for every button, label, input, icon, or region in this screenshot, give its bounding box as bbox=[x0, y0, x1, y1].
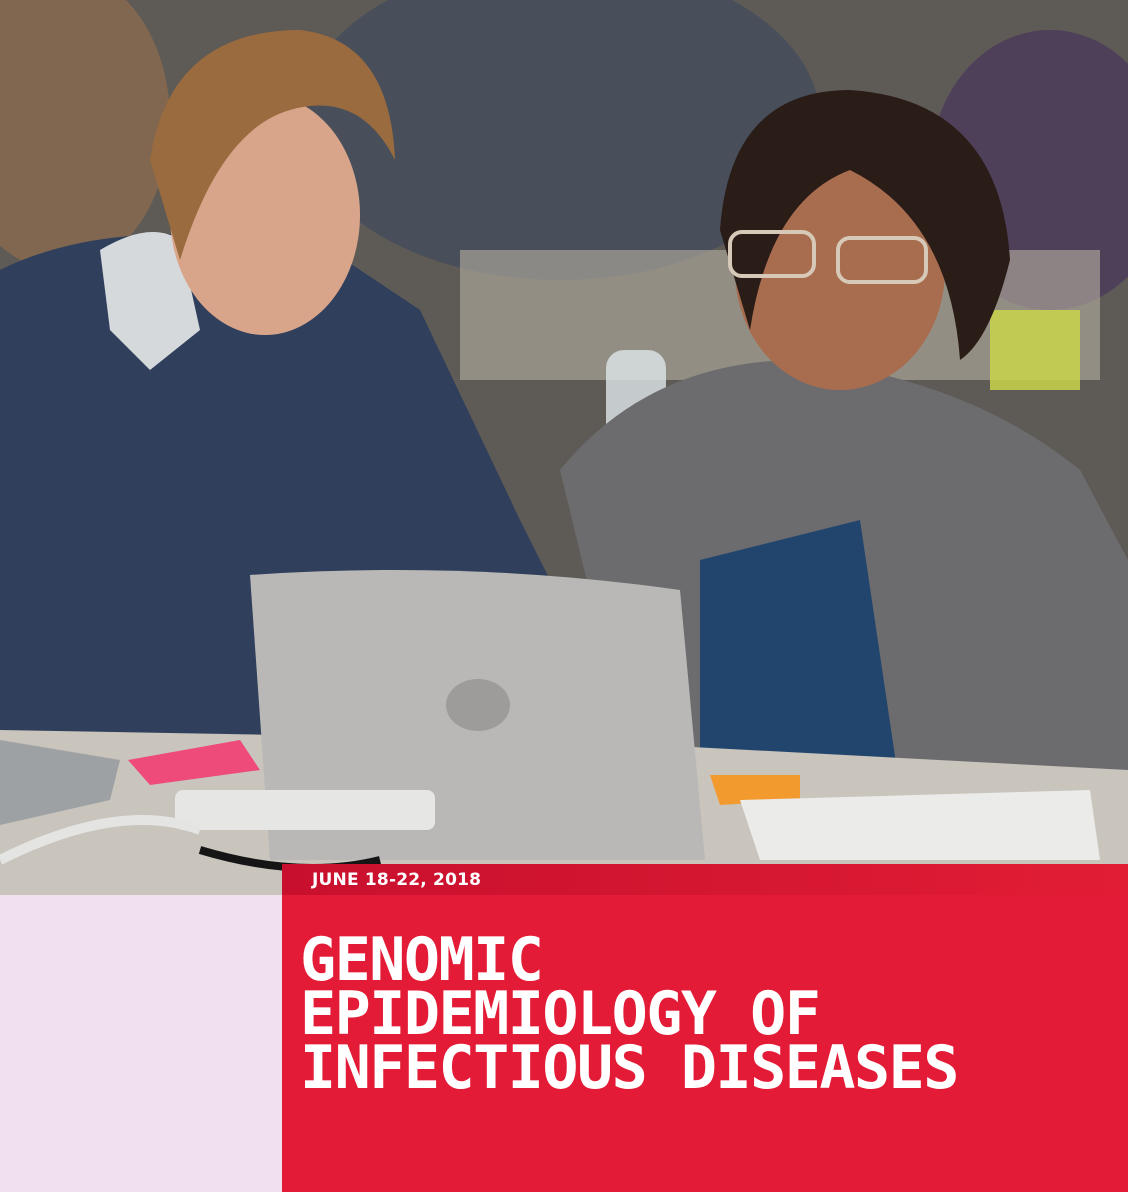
event-date-banner: JUNE 18-22, 2018 bbox=[282, 864, 1128, 896]
event-title: GENOMIC EPIDEMIOLOGY OF INFECTIOUS DISEA… bbox=[300, 930, 959, 1098]
title-panel: GENOMIC EPIDEMIOLOGY OF INFECTIOUS DISEA… bbox=[282, 895, 1128, 1192]
title-line-3: INFECTIOUS DISEASES bbox=[300, 1033, 959, 1103]
event-date: JUNE 18-22, 2018 bbox=[312, 870, 482, 890]
cover-photo-illustration bbox=[0, 0, 1128, 895]
side-color-panel bbox=[0, 895, 282, 1192]
cover-photo bbox=[0, 0, 1128, 895]
